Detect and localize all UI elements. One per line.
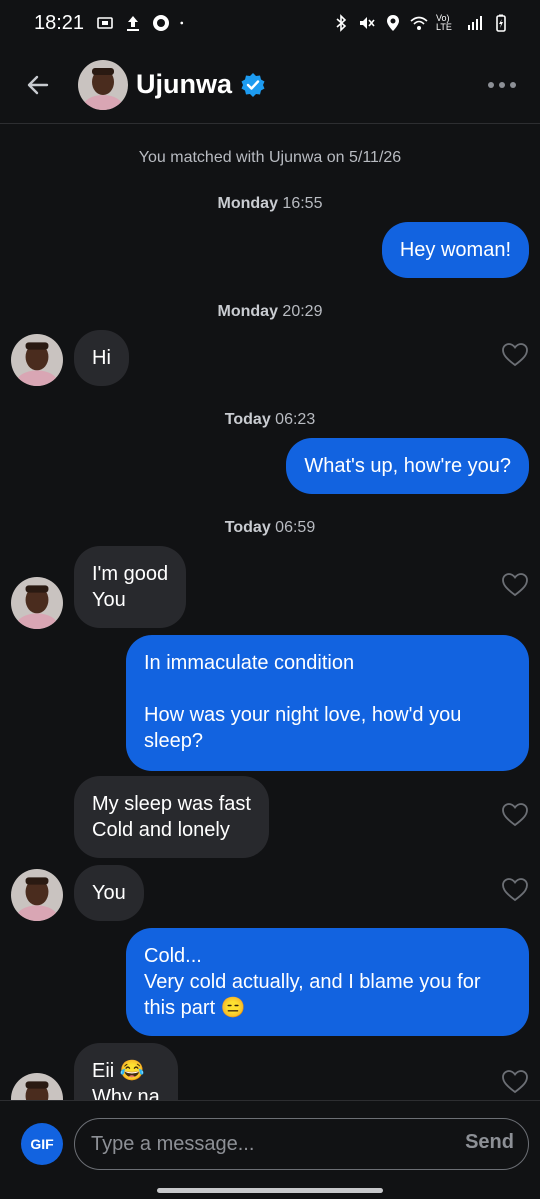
- bluetooth-icon: [336, 14, 347, 32]
- status-right-icons: Vo) LTE: [332, 14, 510, 32]
- message-outgoing[interactable]: What's up, how're you?: [286, 438, 529, 494]
- more-options-button[interactable]: [484, 67, 520, 103]
- avatar-photo: [11, 334, 63, 386]
- message-list[interactable]: You matched with Ujunwa on 5/11/26 Monda…: [0, 125, 540, 1100]
- contact-avatar[interactable]: [11, 334, 63, 386]
- match-notice: You matched with Ujunwa on 5/11/26: [138, 149, 402, 166]
- send-button[interactable]: Send: [465, 1131, 514, 1154]
- dot-icon: [180, 21, 184, 25]
- timestamp: Monday 16:55: [217, 195, 323, 212]
- screenshot-icon: [97, 17, 113, 29]
- message-incoming[interactable]: My sleep was fast Cold and lonely: [74, 776, 269, 858]
- header-avatar[interactable]: [78, 59, 128, 110]
- message-outgoing[interactable]: Cold... Very cold actually, and I blame …: [126, 928, 529, 1036]
- avatar-photo: [11, 869, 63, 921]
- heart-like-icon[interactable]: [501, 801, 529, 829]
- app-icon: [153, 15, 170, 31]
- volte-icon: Vo) LTE: [436, 13, 452, 32]
- verified-badge-icon: [241, 72, 265, 97]
- heart-like-icon[interactable]: [501, 1068, 529, 1096]
- signal-icon: [468, 16, 482, 30]
- heart-like-icon[interactable]: [501, 341, 529, 369]
- heart-like-icon[interactable]: [501, 876, 529, 904]
- timestamp: Monday 20:29: [217, 303, 323, 320]
- message-input[interactable]: [74, 1118, 529, 1170]
- contact-name[interactable]: Ujunwa: [136, 69, 232, 100]
- avatar-photo: [11, 1073, 63, 1100]
- battery-icon: [496, 14, 506, 32]
- contact-avatar[interactable]: [11, 869, 63, 921]
- gif-button[interactable]: GIF: [21, 1123, 63, 1165]
- back-button[interactable]: [10, 57, 66, 113]
- avatar-photo: [11, 577, 63, 629]
- message-composer: GIF Send: [0, 1100, 540, 1199]
- more-dots-icon: [488, 81, 516, 88]
- timestamp: Today 06:23: [224, 411, 316, 428]
- mute-icon: [360, 17, 375, 29]
- home-indicator[interactable]: [157, 1188, 383, 1193]
- status-left-icons: [96, 14, 188, 32]
- contact-avatar[interactable]: [11, 577, 63, 629]
- contact-avatar[interactable]: [11, 1073, 63, 1100]
- wifi-icon: [410, 16, 428, 30]
- message-incoming[interactable]: Hi: [74, 330, 129, 386]
- arrow-left-icon: [27, 75, 49, 94]
- status-time: 18:21: [34, 11, 85, 34]
- heart-like-icon[interactable]: [501, 571, 529, 599]
- message-incoming[interactable]: You: [74, 865, 144, 921]
- upload-icon: [127, 16, 140, 31]
- timestamp: Today 06:59: [224, 519, 316, 536]
- status-bar: 18:21 Vo) LTE: [0, 0, 540, 46]
- message-incoming[interactable]: Eii 😂 Why na: [74, 1043, 178, 1100]
- location-icon: [387, 15, 399, 31]
- chat-header: Ujunwa: [0, 46, 540, 124]
- message-incoming[interactable]: I'm good You: [74, 546, 187, 628]
- message-outgoing[interactable]: In immaculate condition How was your nig…: [126, 635, 529, 771]
- avatar-photo: [78, 59, 128, 110]
- message-outgoing[interactable]: Hey woman!: [381, 222, 529, 278]
